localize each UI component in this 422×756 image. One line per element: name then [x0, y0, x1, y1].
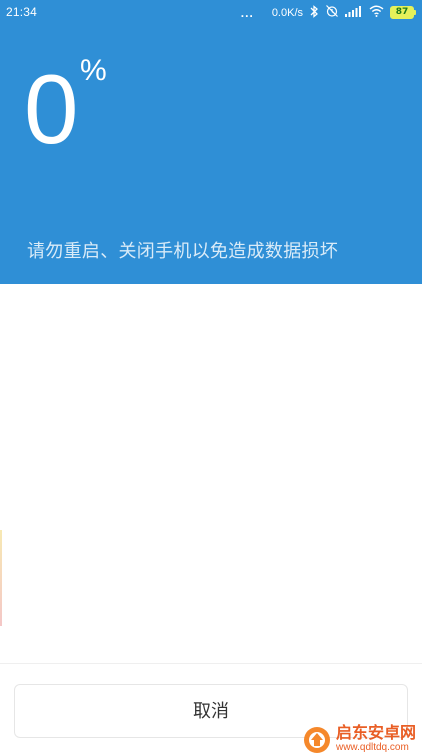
watermark-url: www.qdltdq.com [335, 742, 409, 753]
network-speed: 0.0K/s [271, 6, 303, 19]
watermark-logo-icon [303, 727, 330, 753]
progress-header: 21:34 ... 0.0K/s 87 0 % 请勿重启、关闭手机以免造成数据损… [0, 0, 422, 284]
bluetooth-icon [309, 4, 319, 21]
status-icons: ... 0.0K/s 87 [241, 4, 416, 21]
percent-sign: % [80, 54, 107, 87]
status-bar: 21:34 ... 0.0K/s 87 [0, 0, 422, 26]
more-dots-icon: ... [240, 5, 254, 20]
signal-icon [345, 5, 363, 20]
progress-percent: 0 % [24, 54, 107, 170]
watermark-title: 启东安卓网 [335, 723, 416, 742]
alarm-off-icon [325, 4, 339, 21]
progress-value: 0 [24, 54, 79, 164]
warning-message: 请勿重启、关闭手机以免造成数据损坏 [27, 241, 339, 262]
wifi-icon [369, 5, 384, 20]
edge-decoration [0, 530, 2, 626]
bottom-divider [0, 663, 422, 664]
battery-level: 87 [390, 6, 414, 19]
status-time: 21:34 [6, 5, 38, 19]
battery-icon: 87 [390, 6, 416, 19]
watermark: 启东安卓网 www.qdltdq.com [302, 724, 416, 754]
